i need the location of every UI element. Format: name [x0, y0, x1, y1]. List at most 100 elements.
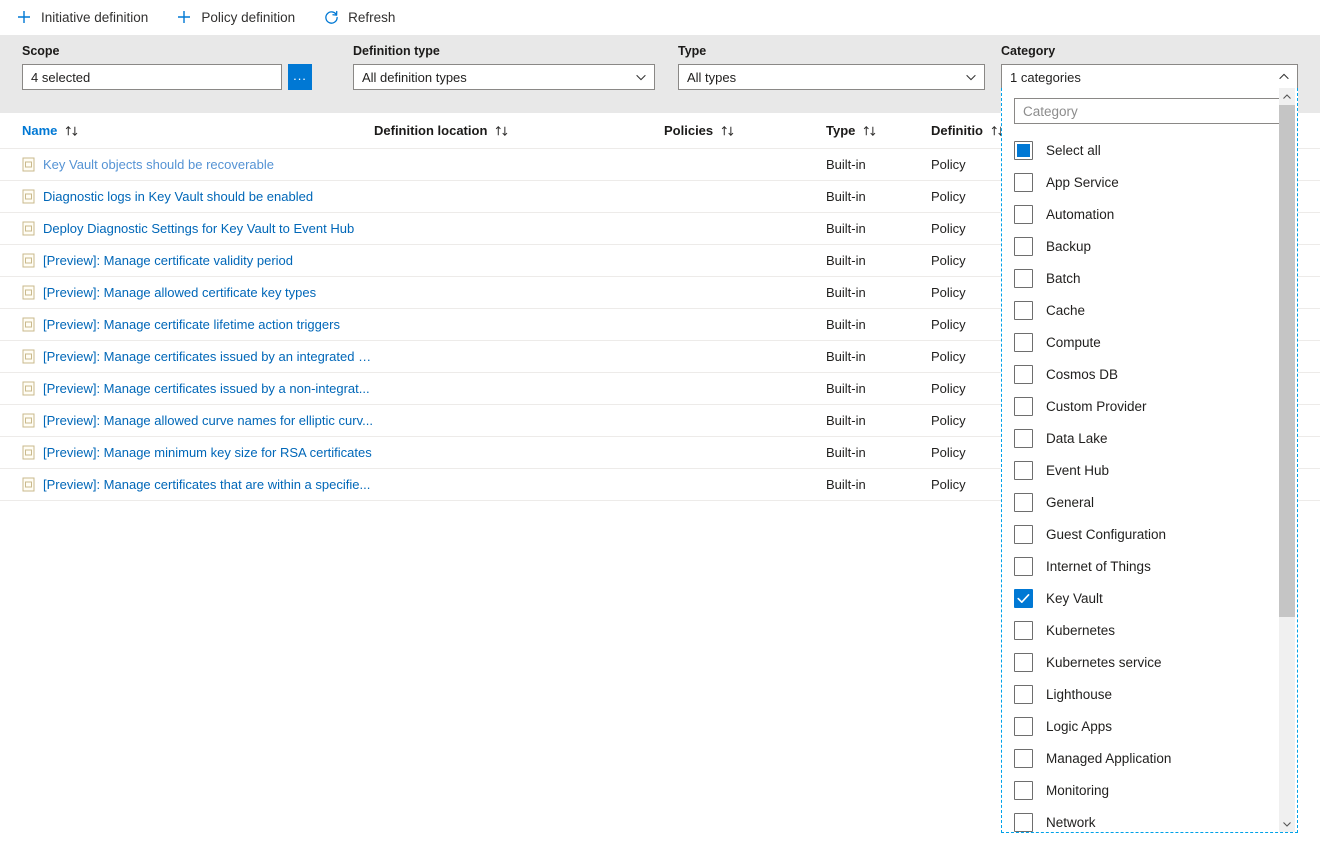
- checkbox-unchecked-icon[interactable]: [1014, 653, 1033, 672]
- category-option[interactable]: Kubernetes service: [1014, 646, 1284, 678]
- category-option[interactable]: Custom Provider: [1014, 390, 1284, 422]
- checkbox-unchecked-icon[interactable]: [1014, 429, 1033, 448]
- policy-name-link[interactable]: [Preview]: Manage minimum key size for R…: [43, 445, 372, 460]
- policy-name-link[interactable]: [Preview]: Manage certificates that are …: [43, 477, 370, 492]
- category-option-label: Kubernetes: [1046, 623, 1115, 638]
- checkbox-unchecked-icon[interactable]: [1014, 461, 1033, 480]
- policy-document-icon: [22, 317, 35, 332]
- category-option[interactable]: Kubernetes: [1014, 614, 1284, 646]
- policy-name-link[interactable]: Diagnostic logs in Key Vault should be e…: [43, 189, 313, 204]
- column-header-label: Definitio: [931, 123, 983, 138]
- checkbox-unchecked-icon[interactable]: [1014, 493, 1033, 512]
- checkbox-unchecked-icon[interactable]: [1014, 237, 1033, 256]
- column-header-location[interactable]: Definition location: [374, 123, 664, 138]
- checkbox-unchecked-icon[interactable]: [1014, 557, 1033, 576]
- sort-icon[interactable]: [65, 125, 80, 137]
- policy-definition-button[interactable]: Policy definition: [174, 2, 305, 32]
- definition-type-select[interactable]: All definition types: [353, 64, 655, 90]
- checkbox-unchecked-icon[interactable]: [1014, 621, 1033, 640]
- policy-name-link[interactable]: [Preview]: Manage certificate validity p…: [43, 253, 293, 268]
- type-select[interactable]: All types: [678, 64, 985, 90]
- category-option-label: Guest Configuration: [1046, 527, 1166, 542]
- policy-name-link[interactable]: [Preview]: Manage certificates issued by…: [43, 381, 370, 396]
- category-option[interactable]: Managed Application: [1014, 742, 1284, 774]
- type-value: All types: [687, 70, 964, 85]
- policy-name-link[interactable]: [Preview]: Manage certificate lifetime a…: [43, 317, 340, 332]
- policy-name-link[interactable]: [Preview]: Manage allowed certificate ke…: [43, 285, 316, 300]
- column-header-label: Type: [826, 123, 855, 138]
- category-option[interactable]: Monitoring: [1014, 774, 1284, 806]
- category-option[interactable]: Lighthouse: [1014, 678, 1284, 710]
- scope-input[interactable]: 4 selected: [22, 64, 282, 90]
- checkbox-checked-icon[interactable]: [1014, 589, 1033, 608]
- checkbox-unchecked-icon[interactable]: [1014, 749, 1033, 768]
- policy-name-link[interactable]: Key Vault objects should be recoverable: [43, 157, 274, 172]
- checkbox-unchecked-icon[interactable]: [1014, 397, 1033, 416]
- category-option[interactable]: Logic Apps: [1014, 710, 1284, 742]
- category-option[interactable]: Backup: [1014, 230, 1284, 262]
- sort-icon[interactable]: [495, 125, 510, 137]
- category-option[interactable]: Automation: [1014, 198, 1284, 230]
- category-option-label: Cosmos DB: [1046, 367, 1118, 382]
- category-option[interactable]: App Service: [1014, 166, 1284, 198]
- policy-name-link[interactable]: Deploy Diagnostic Settings for Key Vault…: [43, 221, 354, 236]
- category-option-label: Monitoring: [1046, 783, 1109, 798]
- scroll-down-button[interactable]: [1279, 815, 1295, 832]
- policy-document-icon: [22, 157, 35, 172]
- category-search-input[interactable]: [1014, 98, 1285, 124]
- cell-name: [Preview]: Manage certificate lifetime a…: [22, 317, 374, 332]
- column-header-label: Definition location: [374, 123, 487, 138]
- cell-type: Built-in: [826, 253, 931, 268]
- category-option[interactable]: Event Hub: [1014, 454, 1284, 486]
- cell-name: [Preview]: Manage certificates that are …: [22, 477, 374, 492]
- scrollbar-thumb[interactable]: [1279, 105, 1295, 617]
- category-option-label: Key Vault: [1046, 591, 1103, 606]
- checkbox-unchecked-icon[interactable]: [1014, 301, 1033, 320]
- cell-type: Built-in: [826, 221, 931, 236]
- scroll-up-button[interactable]: [1279, 88, 1295, 105]
- category-option[interactable]: General: [1014, 486, 1284, 518]
- category-search-wrapper: [1002, 88, 1297, 130]
- category-option[interactable]: Compute: [1014, 326, 1284, 358]
- cell-type: Built-in: [826, 317, 931, 332]
- policy-name-link[interactable]: [Preview]: Manage certificates issued by…: [43, 349, 374, 364]
- refresh-label: Refresh: [348, 10, 395, 25]
- category-option[interactable]: Key Vault: [1014, 582, 1284, 614]
- sort-icon[interactable]: [721, 125, 736, 137]
- policy-document-icon: [22, 221, 35, 236]
- category-select[interactable]: 1 categories: [1001, 64, 1298, 90]
- command-bar: Initiative definition Policy definition …: [0, 0, 1320, 35]
- category-option[interactable]: Network: [1014, 806, 1284, 832]
- checkbox-unchecked-icon[interactable]: [1014, 205, 1033, 224]
- category-dropdown-panel: Select allApp Service Automation BackupBat…: [1001, 88, 1298, 833]
- column-header-name[interactable]: Name: [22, 123, 374, 138]
- category-option[interactable]: Batch: [1014, 262, 1284, 294]
- checkbox-unchecked-icon[interactable]: [1014, 269, 1033, 288]
- column-header-type[interactable]: Type: [826, 123, 931, 138]
- checkbox-unchecked-icon[interactable]: [1014, 333, 1033, 352]
- checkbox-unchecked-icon[interactable]: [1014, 685, 1033, 704]
- column-header-policies[interactable]: Policies: [664, 123, 826, 138]
- policy-name-link[interactable]: [Preview]: Manage allowed curve names fo…: [43, 413, 373, 428]
- scope-browse-button[interactable]: ...: [288, 64, 312, 90]
- checkbox-unchecked-icon[interactable]: [1014, 365, 1033, 384]
- category-option[interactable]: Internet of Things: [1014, 550, 1284, 582]
- sort-icon[interactable]: [863, 125, 878, 137]
- checkbox-unchecked-icon[interactable]: [1014, 813, 1033, 832]
- category-option-label: Automation: [1046, 207, 1114, 222]
- policy-document-icon: [22, 285, 35, 300]
- category-option[interactable]: Guest Configuration: [1014, 518, 1284, 550]
- checkbox-unchecked-icon[interactable]: [1014, 781, 1033, 800]
- category-option[interactable]: Cosmos DB: [1014, 358, 1284, 390]
- definition-type-value: All definition types: [362, 70, 634, 85]
- category-dropdown-scrollbar[interactable]: [1279, 88, 1295, 832]
- checkbox-unchecked-icon[interactable]: [1014, 525, 1033, 544]
- checkbox-unchecked-icon[interactable]: [1014, 717, 1033, 736]
- checkbox-unchecked-icon[interactable]: [1014, 173, 1033, 192]
- checkbox-indeterminate-icon[interactable]: [1014, 141, 1033, 160]
- category-option[interactable]: Cache: [1014, 294, 1284, 326]
- category-option-select-all[interactable]: Select all: [1014, 134, 1284, 166]
- category-option[interactable]: Data Lake: [1014, 422, 1284, 454]
- refresh-button[interactable]: Refresh: [321, 2, 405, 32]
- initiative-definition-button[interactable]: Initiative definition: [14, 2, 158, 32]
